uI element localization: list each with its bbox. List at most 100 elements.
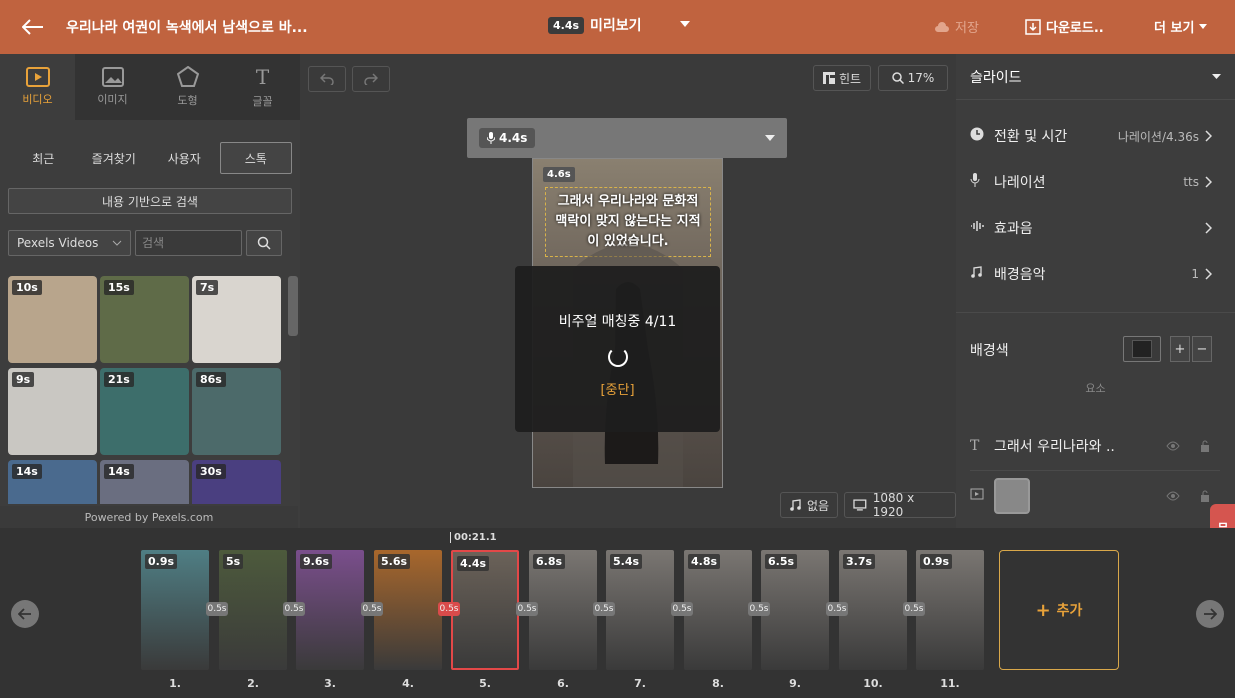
resolution-button[interactable]: 1080 x 1920 [844,491,956,519]
transition-duration[interactable]: 0.5s [593,602,615,616]
grid-scrollbar[interactable] [288,276,298,336]
panel-header[interactable]: 슬라이드 [956,54,1235,100]
remove-color-button[interactable]: − [1192,336,1212,362]
transition-duration[interactable]: 0.5s [671,602,693,616]
stop-button[interactable]: [중단] [600,379,634,398]
slide-properties-panel: 슬라이드 전환 및 시간 나레이션/4.36s 나레이션 tts 효과음 배경음… [956,54,1235,528]
source-tab-favorites[interactable]: 즐겨찾기 [79,142,150,174]
source-tab-user[interactable]: 사용자 [149,142,220,174]
chevron-down-icon [112,240,122,246]
powered-by-label: Powered by Pexels.com [0,506,298,528]
tab-shape[interactable]: 도형 [150,54,225,120]
eye-icon[interactable] [1166,491,1180,501]
timeline-clip[interactable]: 5.4s [606,550,674,670]
video-thumbnail[interactable]: 15s [100,276,189,363]
search-input[interactable] [135,230,242,256]
clip-duration: 0.9s [145,554,178,569]
project-title[interactable]: 우리나라 여권이 녹색에서 남색으로 바... [66,17,366,37]
tab-image[interactable]: 이미지 [75,54,150,120]
row-divider [970,470,1220,471]
video-thumbnail[interactable]: 86s [192,368,281,455]
video-icon [970,488,984,500]
transition-time-row[interactable]: 전환 및 시간 나레이션/4.36s [956,116,1226,156]
more-menu-button[interactable]: 더 보기 [1154,17,1208,36]
content-search-button[interactable]: 내용 기반으로 검색 [8,188,292,214]
eye-icon[interactable] [1166,441,1180,451]
transition-duration[interactable]: 0.5s [361,602,383,616]
source-tab-recent[interactable]: 최근 [8,142,79,174]
lock-icon[interactable] [1200,440,1210,452]
transition-duration[interactable]: 0.5s [438,602,460,616]
video-thumbnail[interactable]: 9s [8,368,97,455]
back-button[interactable] [0,0,66,54]
timeline-clip[interactable]: 9.6s [296,550,364,670]
transition-duration[interactable]: 0.5s [206,602,228,616]
download-button[interactable]: 다운로드.. [1025,17,1104,36]
transition-duration[interactable]: 0.5s [748,602,770,616]
clip-duration: 4.4s [457,556,490,571]
section-divider [956,312,1235,313]
tab-video[interactable]: 비디오 [0,54,75,120]
transition-duration[interactable]: 0.5s [283,602,305,616]
sound-effect-row[interactable]: 효과음 [956,208,1226,248]
hint-icon [822,72,835,84]
element-row-text[interactable]: T 그래서 우리나라와 .. [956,426,1221,466]
video-thumbnail[interactable]: 14s [100,460,189,504]
clock-icon [970,127,984,141]
video-thumbnail[interactable]: 10s [8,276,97,363]
music-button[interactable]: 없음 [780,492,839,518]
provider-select[interactable]: Pexels Videos [8,230,131,256]
background-color-swatch[interactable] [1123,336,1161,362]
narration-bar[interactable]: 4.4s [467,118,787,158]
video-thumbnail[interactable]: 30s [192,460,281,504]
app-header: 우리나라 여권이 녹색에서 남색으로 바... 4.4s 미리보기 저장 다운로… [0,0,1235,54]
add-slide-button[interactable]: + 추가 [999,550,1119,670]
transition-duration[interactable]: 0.5s [826,602,848,616]
timeline-clip[interactable]: 4.4s [451,550,519,670]
preview-duration-badge: 4.4s [548,16,585,34]
narration-duration-badge: 4.4s [479,128,536,148]
timeline-clip[interactable]: 3.7s [839,550,907,670]
zoom-button[interactable]: 17% [878,65,948,91]
timeline-clip[interactable]: 6.8s [529,550,597,670]
video-thumbnail[interactable]: 14s [8,460,97,504]
arrow-left-icon [18,608,31,620]
mic-icon [487,132,495,144]
preview-button[interactable]: 4.4s 미리보기 [548,15,642,35]
playhead-time[interactable]: 00:21.1 [450,532,497,543]
video-icon [25,67,50,87]
transition-duration[interactable]: 0.5s [903,602,925,616]
clip-number: 6. [557,677,569,690]
undo-button[interactable] [308,66,346,92]
clip-number: 2. [247,677,259,690]
timeline-clip[interactable]: 5s [219,550,287,670]
timeline-clip[interactable]: 0.9s [916,550,984,670]
chevron-right-icon [1205,268,1212,280]
redo-button[interactable] [352,66,390,92]
tab-text[interactable]: T 글꼴 [225,54,300,120]
clip-number: 11. [940,677,960,690]
video-thumbnail[interactable]: 21s [100,368,189,455]
clip-duration: 6.5s [765,554,798,569]
element-row-video[interactable] [956,476,1221,516]
timeline-clip[interactable]: 5.6s [374,550,442,670]
source-tab-stock[interactable]: 스톡 [219,142,292,174]
preview-dropdown-icon[interactable] [680,21,690,27]
search-button[interactable] [246,230,282,256]
timeline-clip[interactable]: 6.5s [761,550,829,670]
hint-button[interactable]: 힌트 [813,65,871,91]
transition-duration[interactable]: 0.5s [516,602,538,616]
narration-row[interactable]: 나레이션 tts [956,162,1226,202]
timeline: 00:21.1 + 추가 0.9s 1. 5s 2. 0.5s 9.6s 3. 0.5s 5.6… [0,528,1235,698]
clip-number: 8. [712,677,724,690]
mic-icon [970,173,980,187]
timeline-clip[interactable]: 4.8s [684,550,752,670]
video-thumbnail[interactable]: 7s [192,276,281,363]
add-color-button[interactable]: + [1170,336,1190,362]
save-button[interactable]: 저장 [934,17,979,36]
timeline-prev-button[interactable] [11,600,39,628]
background-music-row[interactable]: 배경음악 1 [956,254,1226,294]
lock-icon[interactable] [1200,490,1210,502]
timeline-clip[interactable]: 0.9s [141,550,209,670]
timeline-next-button[interactable] [1196,600,1224,628]
